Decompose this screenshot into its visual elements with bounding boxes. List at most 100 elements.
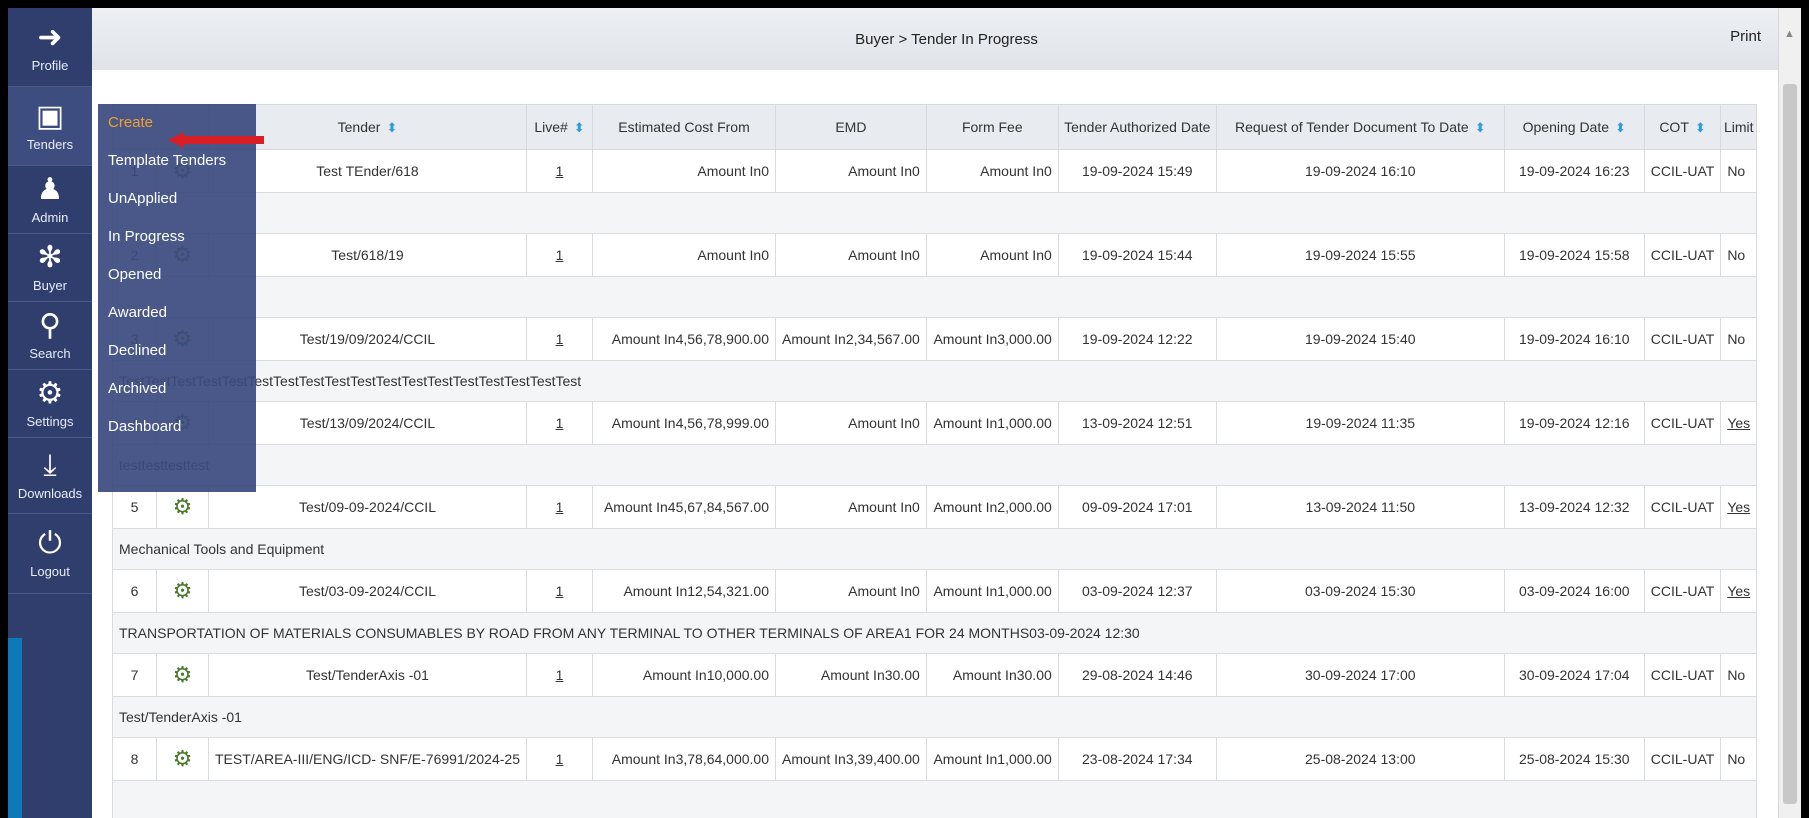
cot-cell: CCIL-UAT xyxy=(1643,653,1722,697)
table-row-description: TestTestTestTestTestTestTestTestTestTest… xyxy=(111,360,1758,402)
col-header-live[interactable]: Live# ⬍ xyxy=(526,104,593,150)
fee-cell: Amount In1,000.00 xyxy=(925,569,1059,613)
opening-date-cell: 25-08-2024 15:30 xyxy=(1503,737,1645,781)
live-link[interactable]: 1 xyxy=(556,415,564,431)
scroll-up-icon[interactable]: ▲ xyxy=(1784,28,1795,40)
cot-cell: CCIL-UAT xyxy=(1643,737,1722,781)
sort-icon[interactable]: ⬍ xyxy=(1615,120,1626,135)
sidebar-item-admin[interactable]: ♟ Admin xyxy=(8,166,92,234)
opening-date-cell: 30-09-2024 17:04 xyxy=(1503,653,1645,697)
live-cell: 1 xyxy=(526,653,593,697)
request-date-cell: 13-09-2024 11:50 xyxy=(1215,485,1505,529)
submenu-item-in-progress[interactable]: In Progress xyxy=(98,218,256,256)
gear-icon[interactable]: ⚙ xyxy=(173,662,193,687)
limit-cell: No xyxy=(1720,737,1758,781)
sidebar-item-logout[interactable]: ⏻ Logout xyxy=(8,514,92,594)
live-cell: 1 xyxy=(526,737,593,781)
cost-cell: Amount In0 xyxy=(592,149,776,193)
submenu-item-opened[interactable]: Opened xyxy=(98,256,256,294)
row-description: testtesttesttest xyxy=(111,444,1758,486)
table-row[interactable]: 7 ⚙ Test/TenderAxis -01 1 Amount In10,000.00… xyxy=(112,653,1758,697)
table-row[interactable]: 4⚙Test/13/09/2024/CCIL1Amount In4,56,78,… xyxy=(112,401,1758,445)
submenu-item-declined[interactable]: Declined xyxy=(98,332,256,370)
col-header-label: Live# xyxy=(534,118,568,135)
auth-date-cell: 03-09-2024 12:37 xyxy=(1057,569,1217,613)
table-row[interactable]: 3⚙Test/19/09/2024/CCIL1Amount In4,56,78,… xyxy=(112,317,1758,361)
sidebar-item-buyer[interactable]: ✻ Buyer xyxy=(8,234,92,302)
scroll-thumb[interactable] xyxy=(1783,84,1797,804)
auth-date-cell: 19-09-2024 12:22 xyxy=(1057,317,1217,361)
opening-date-cell: 19-09-2024 16:23 xyxy=(1503,149,1645,193)
request-date-cell: 30-09-2024 17:00 xyxy=(1215,653,1505,697)
emd-cell: Amount In0 xyxy=(775,233,927,277)
gear: ⚙ xyxy=(156,653,209,697)
row-number: 6 xyxy=(112,569,157,613)
limit-value[interactable]: Yes xyxy=(1727,499,1750,515)
submenu-item-archived[interactable]: Archived xyxy=(98,370,256,408)
col-header-request-date[interactable]: Request of Tender Document To Date ⬍ xyxy=(1215,104,1505,150)
limit-value[interactable]: Yes xyxy=(1727,583,1750,599)
limit-value[interactable]: Yes xyxy=(1727,415,1750,431)
sidebar-item-label: Settings xyxy=(26,414,74,429)
sort-icon[interactable]: ⬍ xyxy=(1475,120,1486,135)
table-row[interactable]: 1⚙Test TEnder/6181Amount In0Amount In0Am… xyxy=(112,149,1758,193)
col-header-cot[interactable]: COT ⬍ xyxy=(1643,104,1722,150)
row-description xyxy=(111,276,1758,318)
gear-icon[interactable]: ⚙ xyxy=(173,578,193,603)
live-link[interactable]: 1 xyxy=(556,499,564,515)
gear-icon[interactable]: ⚙ xyxy=(173,746,193,771)
col-header-cost: Estimated Cost From xyxy=(592,104,776,150)
gear-icon[interactable]: ⚙ xyxy=(173,494,193,519)
sidebar-item-tenders[interactable]: ▣ Tenders xyxy=(8,87,92,166)
sidebar-item-downloads[interactable]: ⤓ Downloads xyxy=(8,438,92,514)
live-link[interactable]: 1 xyxy=(556,751,564,767)
table-row[interactable]: 5 ⚙ Test/09-09-2024/CCIL 1 Amount In45,67,84… xyxy=(112,485,1758,529)
submenu-item-unapplied[interactable]: UnApplied xyxy=(98,180,256,218)
sort-icon[interactable]: ⬍ xyxy=(574,120,585,135)
auth-date-cell: 23-08-2024 17:34 xyxy=(1057,737,1217,781)
tender-cell: Test/19/09/2024/CCIL xyxy=(208,317,527,361)
live-link[interactable]: 1 xyxy=(556,247,564,263)
live-cell: 1 xyxy=(526,149,593,193)
tender-cell: Test/618/19 xyxy=(208,233,527,277)
vertical-scrollbar[interactable]: ▲ xyxy=(1778,8,1801,818)
live-link[interactable]: 1 xyxy=(556,667,564,683)
opening-date-cell: 19-09-2024 12:16 xyxy=(1503,401,1645,445)
logout-icon: ⏻ xyxy=(38,527,62,560)
cot-cell: CCIL-UAT xyxy=(1643,569,1722,613)
limit-value: No xyxy=(1727,667,1746,683)
emd-cell: Amount In3,39,400.00 xyxy=(775,737,927,781)
live-link[interactable]: 1 xyxy=(556,583,564,599)
fee-cell: Amount In1,000.00 xyxy=(925,737,1059,781)
sidebar-item-settings[interactable]: ⚙ Settings xyxy=(8,370,92,438)
print-button[interactable]: Print xyxy=(1730,28,1761,45)
sort-icon[interactable]: ⬍ xyxy=(386,120,397,135)
col-header-emd: EMD xyxy=(775,104,927,150)
table-row[interactable]: 8 ⚙ TEST/AREA-III/ENG/ICD- SNF/E-76991/202… xyxy=(112,737,1758,781)
emd-cell: Amount In0 xyxy=(775,485,927,529)
download-icon: ⤓ xyxy=(43,449,57,482)
col-header-opening-date[interactable]: Opening Date ⬍ xyxy=(1503,104,1645,150)
submenu-item-awarded[interactable]: Awarded xyxy=(98,294,256,332)
submenu-item-dashboard[interactable]: Dashboard xyxy=(98,408,256,446)
sidebar: ➜ Profile ▣ Tenders ♟ Admin ✻ Buyer ⚲ Search … xyxy=(8,8,92,818)
sidebar-item-label: Profile xyxy=(31,57,69,73)
table-row[interactable]: 6 ⚙ Test/03-09-2024/CCIL 1 Amount In12,54,32… xyxy=(112,569,1758,613)
table-row[interactable]: 2⚙Test/618/191Amount In0Amount In0Amount… xyxy=(112,233,1758,277)
profile-icon: ➜ xyxy=(37,20,63,54)
sidebar-item-profile[interactable]: ➜ Profile xyxy=(8,8,92,87)
limit-value: No xyxy=(1727,331,1746,347)
table-row-description xyxy=(111,780,1758,818)
opening-date-cell: 19-09-2024 16:10 xyxy=(1503,317,1645,361)
live-link[interactable]: 1 xyxy=(556,331,564,347)
sort-icon[interactable]: ⬍ xyxy=(1695,120,1706,135)
request-date-cell: 03-09-2024 15:30 xyxy=(1215,569,1505,613)
search-icon: ⚲ xyxy=(39,309,61,342)
sidebar-item-search[interactable]: ⚲ Search xyxy=(8,302,92,370)
fee-cell: Amount In0 xyxy=(925,233,1059,277)
live-cell: 1 xyxy=(526,569,593,613)
request-date-cell: 19-09-2024 15:40 xyxy=(1215,317,1505,361)
limit-value: No xyxy=(1727,163,1746,179)
cost-cell: Amount In3,78,64,000.00 xyxy=(592,737,776,781)
live-link[interactable]: 1 xyxy=(556,163,564,179)
